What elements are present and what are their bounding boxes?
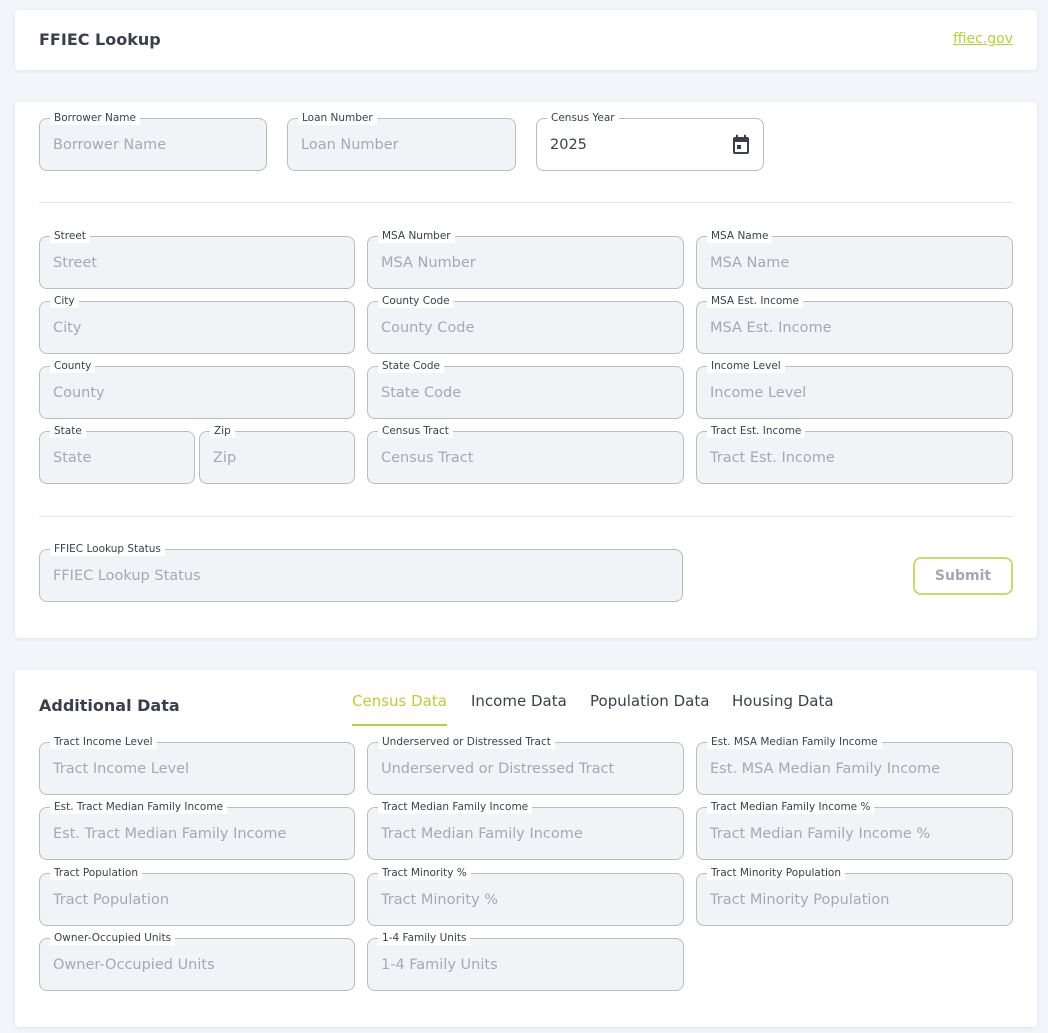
tract-minority-pct-field[interactable]: Tract Minority % [367,866,684,926]
lookup-form-card: Borrower Name Loan Number Census Year St… [15,102,1037,638]
census-year-input[interactable] [537,119,763,170]
divider [39,202,1013,203]
tract-mfi-pct-field[interactable]: Tract Median Family Income % [696,800,1013,860]
borrower-name-input[interactable] [40,119,266,170]
tab-housing-data[interactable]: Housing Data [732,692,834,726]
tract-population-input[interactable] [40,874,354,925]
est-msa-mfi-field[interactable]: Est. MSA Median Family Income [696,735,1013,795]
loan-number-input[interactable] [288,119,515,170]
loan-number-field[interactable]: Loan Number [287,111,516,171]
msa-name-input[interactable] [697,237,1012,288]
msa-est-income-input[interactable] [697,302,1012,353]
tract-mfi-field[interactable]: Tract Median Family Income [367,800,684,860]
zip-field[interactable]: Zip [199,424,355,484]
census-year-field[interactable]: Census Year [536,111,764,171]
tract-population-field[interactable]: Tract Population [39,866,355,926]
lookup-status-field[interactable]: FFIEC Lookup Status [39,542,683,602]
tract-est-income-field[interactable]: Tract Est. Income [696,424,1013,484]
divider [39,516,1013,517]
header-bar: FFIEC Lookup ffiec.gov [15,10,1037,70]
tract-minority-pct-input[interactable] [368,874,683,925]
est-msa-mfi-input[interactable] [697,743,1012,794]
tract-income-level-input[interactable] [40,743,354,794]
underserved-field[interactable]: Underserved or Distressed Tract [367,735,684,795]
zip-input[interactable] [200,432,354,483]
state-code-field[interactable]: State Code [367,359,684,419]
state-code-input[interactable] [368,367,683,418]
state-field[interactable]: State [39,424,195,484]
income-level-field[interactable]: Income Level [696,359,1013,419]
state-input[interactable] [40,432,194,483]
tab-income-data[interactable]: Income Data [471,692,567,726]
underserved-input[interactable] [368,743,683,794]
ffiec-link[interactable]: ffiec.gov [953,31,1013,47]
county-code-field[interactable]: County Code [367,294,684,354]
family-units-1-4-input[interactable] [368,939,683,990]
tract-income-level-field[interactable]: Tract Income Level [39,735,355,795]
tab-census-data[interactable]: Census Data [352,692,447,726]
owner-occupied-units-input[interactable] [40,939,354,990]
additional-data-title: Additional Data [39,696,180,715]
calendar-icon[interactable] [731,134,751,155]
census-tract-input[interactable] [368,432,683,483]
msa-number-field[interactable]: MSA Number [367,229,684,289]
tab-population-data[interactable]: Population Data [590,692,709,726]
est-tract-mfi-input[interactable] [40,808,354,859]
tract-minority-population-field[interactable]: Tract Minority Population [696,866,1013,926]
census-tract-field[interactable]: Census Tract [367,424,684,484]
income-level-input[interactable] [697,367,1012,418]
county-code-input[interactable] [368,302,683,353]
additional-data-card: Additional Data Census Data Income Data … [15,670,1037,1027]
app-title: FFIEC Lookup [39,30,161,49]
borrower-name-field[interactable]: Borrower Name [39,111,267,171]
street-input[interactable] [40,237,354,288]
est-tract-mfi-field[interactable]: Est. Tract Median Family Income [39,800,355,860]
tract-est-income-input[interactable] [697,432,1012,483]
family-units-1-4-field[interactable]: 1-4 Family Units [367,931,684,991]
msa-name-field[interactable]: MSA Name [696,229,1013,289]
lookup-status-input[interactable] [40,550,682,601]
submit-button[interactable]: Submit [913,557,1013,595]
tract-mfi-pct-input[interactable] [697,808,1012,859]
street-field[interactable]: Street [39,229,355,289]
owner-occupied-units-field[interactable]: Owner-Occupied Units [39,931,355,991]
tract-minority-population-input[interactable] [697,874,1012,925]
tract-mfi-input[interactable] [368,808,683,859]
msa-est-income-field[interactable]: MSA Est. Income [696,294,1013,354]
county-field[interactable]: County [39,359,355,419]
city-field[interactable]: City [39,294,355,354]
county-input[interactable] [40,367,354,418]
city-input[interactable] [40,302,354,353]
msa-number-input[interactable] [368,237,683,288]
